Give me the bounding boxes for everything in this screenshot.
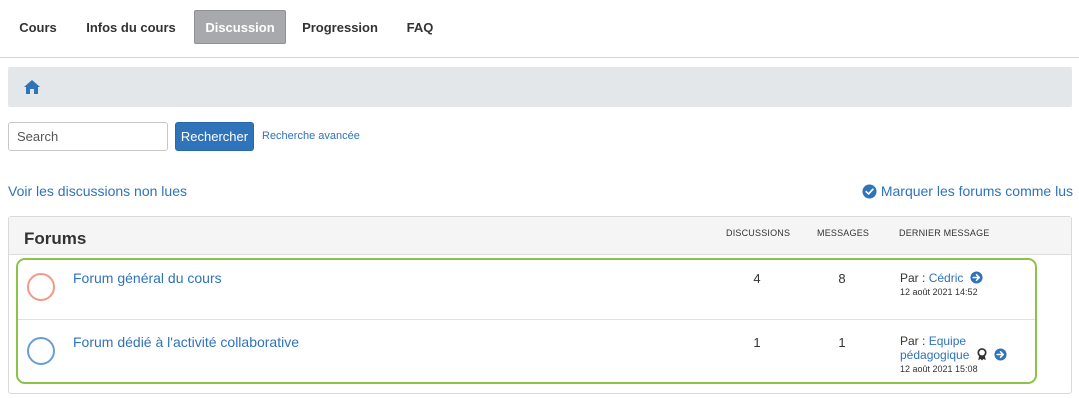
arrow-right-circle-icon[interactable]	[994, 348, 1007, 361]
col-discussions: DISCUSSIONS	[726, 228, 791, 238]
discussions-count: 1	[753, 335, 761, 350]
last-message: Par : Cédric 12 août 2021 14:52	[900, 271, 983, 299]
author-link-line2[interactable]: pédagogique	[900, 348, 969, 362]
arrow-right-circle-icon[interactable]	[970, 271, 983, 284]
row-divider	[18, 319, 1035, 320]
forums-header: Forums DISCUSSIONS MESSAGES DERNIER MESS…	[9, 217, 1071, 255]
breadcrumb	[8, 67, 1072, 107]
advanced-search-link[interactable]: Recherche avancée	[262, 130, 360, 142]
last-message: Par : Equipe pédagogique 12 août 2021 15…	[900, 335, 1007, 376]
author-link[interactable]: Equipe	[929, 334, 966, 348]
search-input[interactable]	[8, 122, 168, 151]
forum-status-icon	[27, 273, 55, 301]
check-circle-icon	[862, 183, 877, 199]
mark-forums-read-link[interactable]: Marquer les forums comme lus	[862, 183, 1073, 199]
course-nav: Cours Infos du cours Discussion Progress…	[0, 0, 1079, 58]
col-messages: MESSAGES	[817, 228, 870, 238]
tab-faq[interactable]: FAQ	[396, 10, 444, 44]
author-link[interactable]: Cédric	[929, 271, 964, 285]
tab-progression[interactable]: Progression	[294, 10, 386, 44]
tab-infos-du-cours[interactable]: Infos du cours	[76, 10, 186, 44]
forum-row: Forum général du cours 4 8 Par : Cédric …	[9, 259, 1071, 321]
last-message-date: 12 août 2021 15:08	[900, 364, 978, 374]
last-message-date: 12 août 2021 14:52	[900, 287, 978, 297]
by-label: Par :	[900, 271, 926, 285]
award-ribbon-icon	[977, 348, 987, 361]
forum-link-general[interactable]: Forum général du cours	[73, 270, 222, 286]
forum-status-icon	[27, 337, 55, 365]
messages-count: 1	[838, 335, 846, 350]
search-button[interactable]: Rechercher	[175, 122, 254, 151]
tab-discussion[interactable]: Discussion	[194, 10, 286, 44]
home-icon[interactable]	[23, 79, 41, 95]
by-label: Par :	[900, 334, 926, 348]
mark-forums-read-label: Marquer les forums comme lus	[880, 183, 1073, 199]
messages-count: 8	[838, 271, 846, 286]
forum-link-collaborative[interactable]: Forum dédié à l'activité collaborative	[73, 334, 299, 350]
forums-title: Forums	[24, 229, 87, 248]
forums-table: Forums DISCUSSIONS MESSAGES DERNIER MESS…	[8, 216, 1072, 394]
unread-discussions-link[interactable]: Voir les discussions non lues	[8, 183, 187, 199]
tab-cours[interactable]: Cours	[10, 10, 66, 44]
col-last-message: DERNIER MESSAGE	[899, 228, 990, 238]
forum-row: Forum dédié à l'activité collaborative 1…	[9, 322, 1071, 384]
discussions-count: 4	[753, 271, 761, 286]
